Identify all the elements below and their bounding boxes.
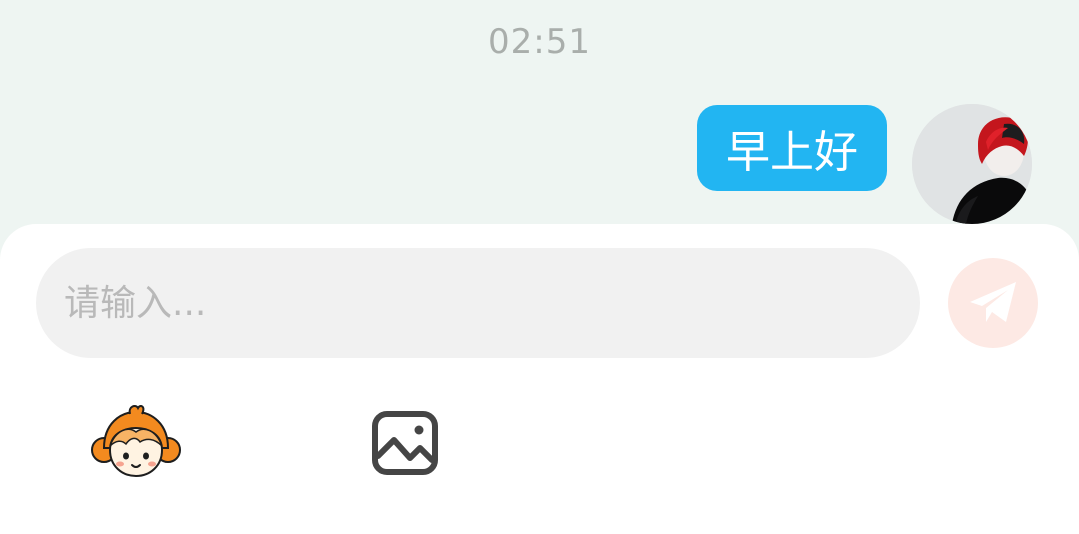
avatar-image <box>912 104 1032 224</box>
send-button[interactable] <box>948 258 1038 348</box>
chat-area: 02:51 早上好 <box>0 0 1079 240</box>
image-icon <box>372 411 438 475</box>
cartoon-face-icon <box>91 405 181 478</box>
input-panel <box>0 224 1079 534</box>
emoji-button[interactable] <box>90 404 182 484</box>
avatar[interactable] <box>912 104 1032 224</box>
message-bubble-self[interactable]: 早上好 <box>697 105 887 191</box>
message-timestamp: 02:51 <box>488 22 591 62</box>
message-input[interactable] <box>36 248 920 358</box>
paper-plane-icon <box>970 282 1016 322</box>
message-text: 早上好 <box>726 127 858 178</box>
image-button[interactable] <box>370 410 440 476</box>
